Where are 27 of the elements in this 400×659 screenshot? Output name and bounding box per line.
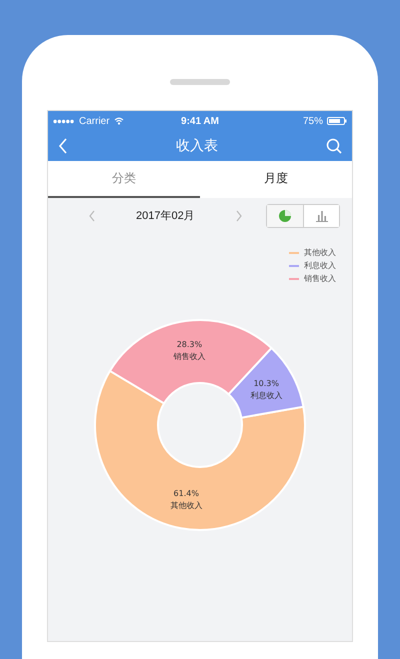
pie-chart-icon xyxy=(278,208,292,222)
battery-icon xyxy=(327,117,347,125)
slice-percent: 10.3% xyxy=(254,378,279,388)
slice-label: 利息收入 xyxy=(250,390,282,400)
battery-percent: 75% xyxy=(302,116,323,126)
tab[interactable]: 分类 xyxy=(48,161,200,198)
next-month-icon[interactable] xyxy=(234,210,243,222)
period-label: 2017年02月 xyxy=(136,209,195,223)
carrier-label: Carrier xyxy=(79,116,110,126)
speaker-slot xyxy=(170,79,230,85)
signal-icon xyxy=(53,118,75,124)
clock-time: 9:41 AM xyxy=(181,116,219,126)
search-button[interactable] xyxy=(324,136,344,156)
slice-label: 其他收入 xyxy=(170,501,202,510)
screen-title: 收入表 xyxy=(176,137,218,155)
legend-label: 销售收入 xyxy=(304,273,336,284)
pie-chart-button[interactable] xyxy=(267,204,303,226)
slice-label: 销售收入 xyxy=(173,352,206,362)
tab[interactable]: 月度 xyxy=(200,161,352,198)
legend-label: 其他收入 xyxy=(304,247,336,258)
slice-percent: 61.4% xyxy=(174,489,199,498)
bar-chart-icon xyxy=(314,208,328,222)
wifi-icon xyxy=(114,117,124,125)
previous-month-icon[interactable] xyxy=(88,210,96,222)
bar-chart-button[interactable] xyxy=(303,204,339,226)
legend-label: 利息收入 xyxy=(304,260,336,271)
slice-percent: 28.3% xyxy=(176,340,202,350)
